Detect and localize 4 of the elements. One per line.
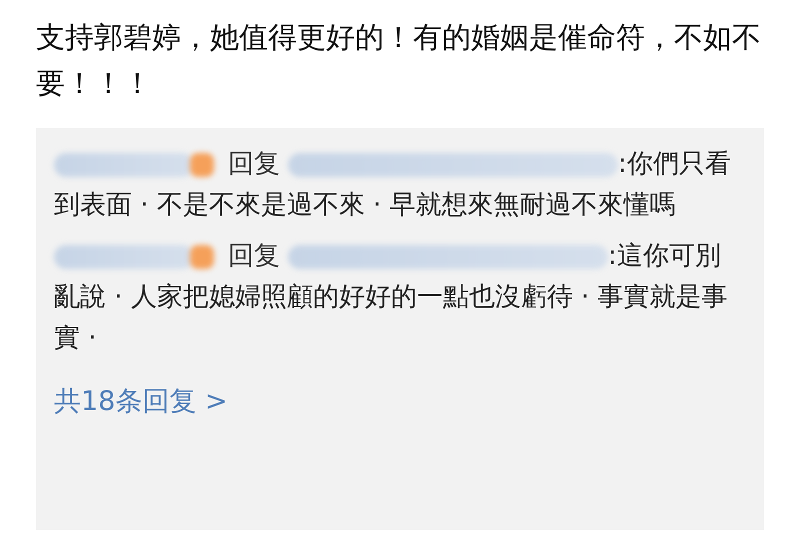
- reply-comment: 回复 :這你可別亂說 · 人家把媳婦照顧的好好的一點也沒虧待 · 事實就是事實 ·: [54, 240, 729, 355]
- more-replies-link[interactable]: 共18条回复 >: [54, 383, 228, 419]
- reply-comment: 回复 :你們只看到表面 · 不是不來是過不來 · 早就想來無耐過不來懂嗎: [54, 148, 732, 222]
- comment-text: 支持郭碧婷，她值得更好的！有的婚姻是催命符，不如不要！！！: [36, 19, 762, 102]
